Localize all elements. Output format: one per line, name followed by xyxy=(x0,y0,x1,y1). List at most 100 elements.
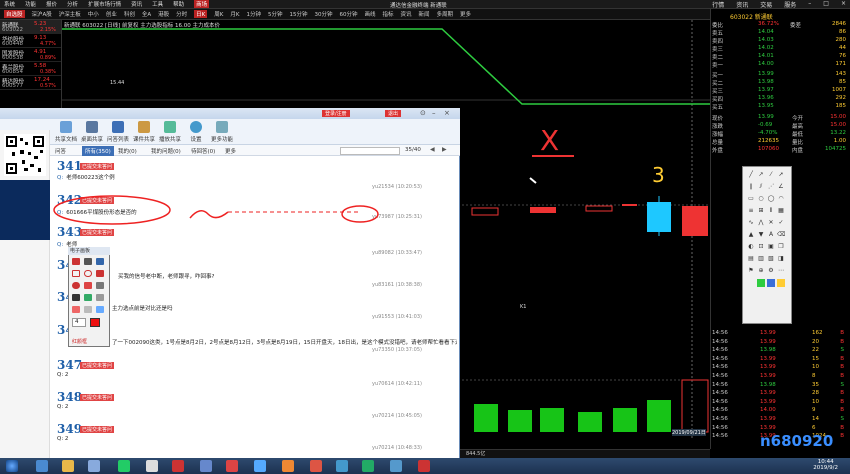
color-blue-icon[interactable] xyxy=(767,279,775,287)
menu-item[interactable]: 工具 xyxy=(152,0,163,8)
toolbar-item[interactable]: 全A xyxy=(142,10,151,18)
maximize-icon[interactable]: □ xyxy=(823,0,829,9)
grid-tool-icon[interactable]: ▦ xyxy=(777,207,785,215)
toolbar-item[interactable]: 15分钟 xyxy=(289,10,307,18)
toolbar-item[interactable]: 分时 xyxy=(176,10,187,18)
toolbar-item[interactable]: 科创 xyxy=(124,10,135,18)
list-item[interactable]: 精达股份 600577 17.24 0.57% xyxy=(0,76,61,90)
fill-circle-icon[interactable] xyxy=(72,282,80,289)
brush-icon[interactable] xyxy=(84,258,92,265)
lock-tool-icon[interactable]: ⊡ xyxy=(757,243,765,251)
segment-tool-icon[interactable]: ⁄ xyxy=(767,171,775,179)
fib-tool-icon[interactable]: ≡ xyxy=(747,207,755,215)
save-tool-icon[interactable]: ▣ xyxy=(767,243,775,251)
menu-item[interactable]: 资讯 xyxy=(131,0,142,8)
app-icon[interactable] xyxy=(282,460,294,472)
menu-item[interactable]: 帮助 xyxy=(173,0,184,8)
mark-tool-icon[interactable]: ✓ xyxy=(777,219,785,227)
toolbar-item[interactable]: 月K xyxy=(230,10,239,18)
toolbar-item[interactable]: 1分钟 xyxy=(246,10,261,18)
toolbar-item[interactable]: 沪深主板 xyxy=(59,10,81,18)
pin-tool-icon[interactable]: ⊕ xyxy=(757,267,765,275)
toolbar-item[interactable]: 画线 xyxy=(364,10,375,18)
list-item[interactable]: 新通联 603022 5.23 2.15% xyxy=(0,20,61,34)
tab-qa[interactable]: 问答 xyxy=(52,146,69,156)
app-icon[interactable] xyxy=(146,460,158,472)
toolbar-item[interactable]: 资讯 xyxy=(401,10,412,18)
powerpoint-icon[interactable] xyxy=(310,460,322,472)
list-item[interactable]: 春兰股份 600854 5.58 0.38% xyxy=(0,62,61,76)
menu-item[interactable]: 报价 xyxy=(46,0,57,8)
toolbar-item[interactable]: 新闻 xyxy=(419,10,430,18)
text-icon[interactable] xyxy=(84,306,92,313)
menu-item[interactable]: 功能 xyxy=(25,0,36,8)
channel-tool-icon[interactable]: ⫽ xyxy=(757,183,765,191)
system-clock[interactable]: 10:44 2019/9/2 xyxy=(813,459,838,471)
next-page-icon[interactable]: ▶ xyxy=(442,146,447,153)
delete-tool-icon[interactable]: ⌫ xyxy=(777,231,785,239)
toolbar-item[interactable]: 创业 xyxy=(106,10,117,18)
menu-item[interactable]: 商场 xyxy=(194,0,210,8)
list-item[interactable]: 国发股份 600538 4.91 0.89% xyxy=(0,48,61,62)
toolbar-item[interactable]: 港股 xyxy=(158,10,169,18)
picture-icon[interactable] xyxy=(84,294,92,301)
toolbar-item[interactable]: 多周期 xyxy=(437,10,454,18)
calendar-tool-icon[interactable]: ▤ xyxy=(747,255,755,263)
cross-tool-icon[interactable]: ✕ xyxy=(767,219,775,227)
excel-icon[interactable] xyxy=(362,460,374,472)
arc-tool-icon[interactable]: ◠ xyxy=(777,195,785,203)
login-button[interactable]: 登录/注册 xyxy=(322,110,350,117)
layer-tool-icon[interactable]: ▧ xyxy=(767,255,775,263)
toolbar-item[interactable]: 深沪A股 xyxy=(32,10,52,18)
up-arrow-icon[interactable]: ▲ xyxy=(747,231,755,239)
arrow-tool-icon[interactable]: ➚ xyxy=(777,171,785,179)
app-icon[interactable] xyxy=(418,460,430,472)
courseware-button[interactable]: 课件共享 xyxy=(130,121,158,143)
exit-button[interactable]: 退出 xyxy=(385,110,402,117)
toolbar-item[interactable]: 中小 xyxy=(88,10,99,18)
marker-icon[interactable] xyxy=(96,258,104,265)
menu-item[interactable]: 行情 xyxy=(712,0,724,9)
settings-tool-icon[interactable]: ⚙ xyxy=(767,267,775,275)
eraser-icon[interactable] xyxy=(72,294,80,301)
gann-tool-icon[interactable]: ⊞ xyxy=(757,207,765,215)
search-input[interactable] xyxy=(340,147,400,155)
app-icon[interactable] xyxy=(200,460,212,472)
rectangle-icon[interactable] xyxy=(72,270,80,277)
media-player-icon[interactable] xyxy=(88,460,100,472)
menu-item[interactable]: 扩展市场行情 xyxy=(88,0,121,8)
qa-list-button[interactable]: 问答列表 xyxy=(104,121,132,143)
circle-icon[interactable] xyxy=(84,270,92,277)
color-green-icon[interactable] xyxy=(757,279,765,287)
text-tool-icon[interactable]: A xyxy=(767,231,775,239)
close-icon[interactable]: × xyxy=(444,109,450,117)
menu-item[interactable]: 系统 xyxy=(4,0,15,8)
close-icon[interactable]: × xyxy=(841,0,846,9)
fill-rect-icon[interactable] xyxy=(96,270,104,277)
menu-item[interactable]: 资讯 xyxy=(736,0,748,9)
down-arrow-icon[interactable]: ▼ xyxy=(757,231,765,239)
tab-all[interactable]: 所有(350) xyxy=(82,146,114,156)
wave-tool-icon[interactable]: ∿ xyxy=(747,219,755,227)
app-icon[interactable] xyxy=(254,460,266,472)
ray-tool-icon[interactable]: ↗ xyxy=(757,171,765,179)
undo-icon[interactable] xyxy=(96,294,104,301)
tab-pending[interactable]: 待回答(0) xyxy=(188,146,218,156)
trend-tool-icon[interactable]: ∠ xyxy=(777,183,785,191)
more-features-button[interactable]: 更多功能 xyxy=(208,121,236,143)
toolbar-item[interactable]: 5分钟 xyxy=(268,10,283,18)
toolbar-item[interactable]: 周K xyxy=(214,10,223,18)
app-icon[interactable] xyxy=(390,460,402,472)
menu-item[interactable]: 交易 xyxy=(760,0,772,9)
list-item[interactable]: 华纺股份 600448 9.13 4.77% xyxy=(0,34,61,48)
bucket-icon[interactable] xyxy=(84,282,92,289)
menu-item[interactable]: 分析 xyxy=(67,0,78,8)
pen-red-icon[interactable] xyxy=(72,258,80,265)
toolbar-item[interactable]: 日K xyxy=(194,10,208,18)
rect-tool-icon[interactable]: ▭ xyxy=(747,195,755,203)
minimize-icon[interactable]: – xyxy=(808,0,811,9)
app-icon[interactable] xyxy=(118,460,130,472)
marker-tool-icon[interactable]: ⚑ xyxy=(747,267,755,275)
shape-icon[interactable] xyxy=(72,306,80,313)
palette-tool-icon[interactable]: ◨ xyxy=(777,255,785,263)
